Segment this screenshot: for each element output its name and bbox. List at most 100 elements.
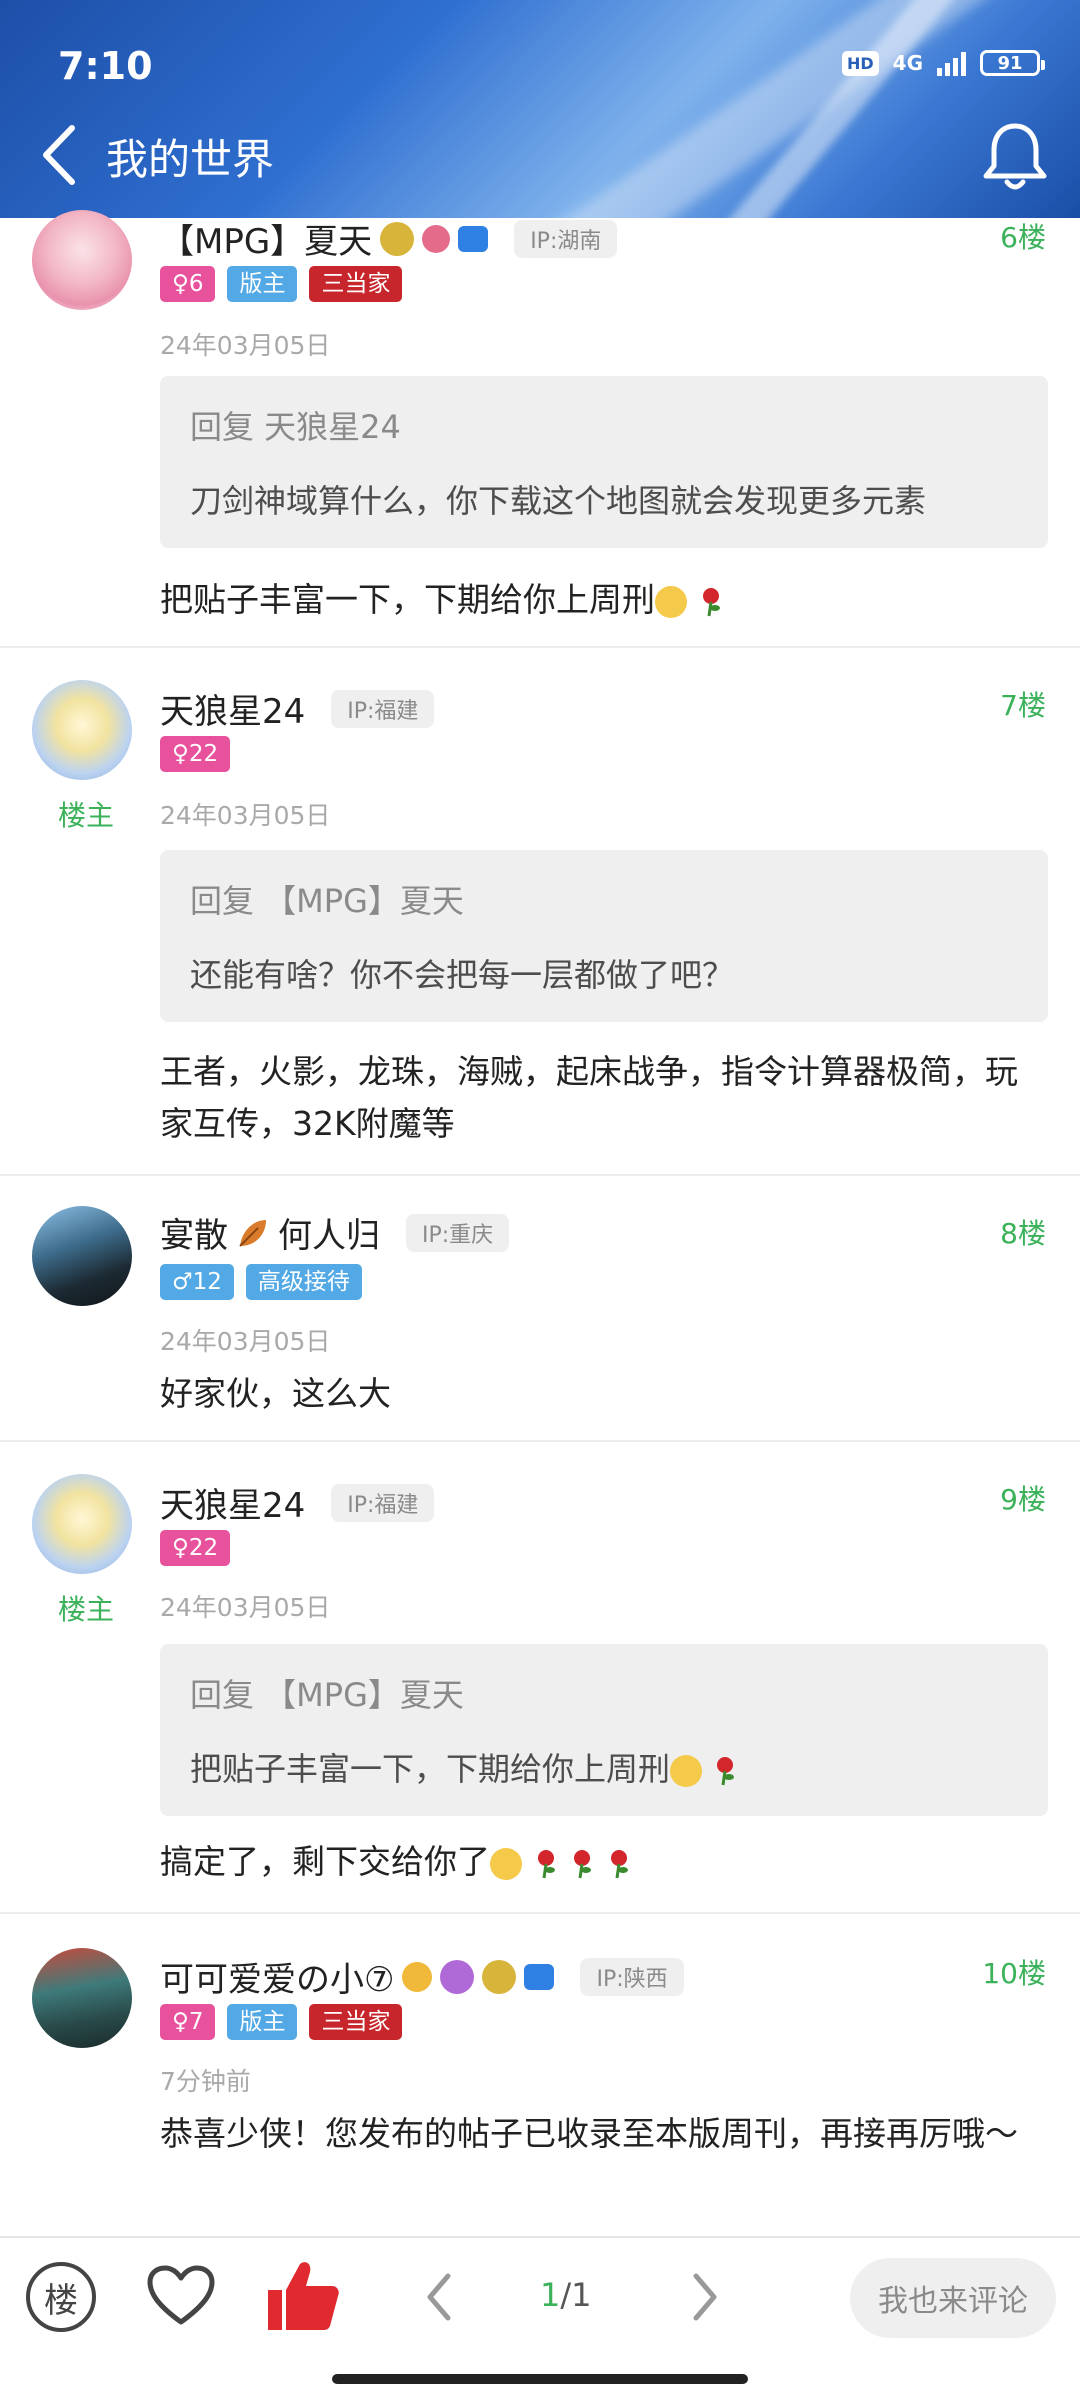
post-date: 7分钟前: [160, 2067, 251, 2096]
post-date: 24年03月05日: [160, 1327, 331, 1356]
medal-icon: [380, 221, 415, 256]
quote-header: 回复 【MPG】夏天: [190, 882, 464, 920]
avatar[interactable]: [32, 1948, 132, 2048]
role-badge: 版主: [227, 266, 298, 302]
username[interactable]: 可可爱爱の小⑦: [160, 1952, 394, 2001]
post-body: 把贴子丰富一下，下期给你上周刑: [160, 574, 1040, 626]
signal-icon: [937, 50, 966, 76]
post-body-text: 把贴子丰富一下，下期给你上周刑: [160, 580, 655, 619]
video-badge-icon: [524, 1963, 555, 1990]
ip-location: IP:重庆: [406, 1213, 510, 1252]
flower-badge-icon: [440, 1959, 475, 1994]
quote-block[interactable]: 回复 【MPG】夏天 把贴子丰富一下，下期给你上周刑: [160, 1644, 1048, 1816]
grin-emoji-icon: [490, 1847, 522, 1880]
smile-emoji-icon: [655, 585, 687, 618]
title-badge: 三当家: [309, 266, 403, 302]
rose-icon: [537, 1849, 555, 1878]
host-tag: 楼主: [58, 799, 115, 832]
post-floor-7: 楼主 天狼星24 IP:福建 7楼 ♀22 24年03月05日 回复 【MPG】…: [0, 648, 1080, 1176]
flower-badge-icon: [422, 224, 451, 253]
post-body: 恭喜少侠！您发布的帖子已收录至本版周刊，再接再厉哦～: [160, 2114, 1018, 2153]
page-title: 我的世界: [106, 135, 275, 184]
back-button[interactable]: [36, 120, 86, 190]
floor-number: 9楼: [1000, 1483, 1046, 1516]
username[interactable]: 天狼星24: [160, 1478, 305, 1527]
home-indicator[interactable]: [332, 2374, 748, 2384]
username-row: 天狼星24 IP:福建: [160, 1478, 435, 1527]
rose-icon: [702, 587, 720, 616]
quote-body-text: 把贴子丰富一下，下期给你上周刑: [190, 1750, 671, 1788]
post-body: 王者，火影，龙珠，海贼，起床战争，指令计算器极简，玩家互传，32K附魔等: [160, 1052, 1018, 1143]
favorite-heart-icon[interactable]: [146, 2264, 216, 2328]
avatar[interactable]: [32, 1206, 132, 1306]
role-badge: 版主: [227, 2004, 298, 2040]
role-badge: 高级接待: [245, 1264, 362, 1300]
badge-row: ♀7 版主 三当家: [160, 2004, 403, 2040]
gender-level-badge: ♂12: [160, 1264, 234, 1300]
network-type: 4G: [892, 51, 923, 75]
thumbs-up-icon[interactable]: [264, 2256, 342, 2334]
username[interactable]: 【MPG】夏天: [160, 214, 372, 263]
prev-page-icon[interactable]: [420, 2270, 460, 2324]
quote-header: 回复 天狼星24: [190, 408, 401, 446]
crown-icon: [402, 1961, 433, 1992]
title-badge: 三当家: [309, 2004, 403, 2040]
bell-icon[interactable]: [980, 118, 1050, 194]
gender-level-badge: ♀6: [160, 266, 216, 302]
badge-row: ♀22: [160, 1530, 231, 1566]
gender-level-badge: ♀7: [160, 2004, 216, 2040]
leaf-icon: [239, 1219, 266, 1247]
post-body: 好家伙，这么大: [160, 1374, 391, 1413]
page-indicator: 1/1: [540, 2276, 592, 2314]
medal-icon: [482, 1959, 517, 1994]
floor-number: 8楼: [1000, 1217, 1046, 1250]
floor-number: 10楼: [982, 1957, 1046, 1990]
avatar[interactable]: [32, 210, 132, 310]
username-row: 可可爱爱の小⑦ IP:陕西: [160, 1952, 684, 2001]
post-date: 24年03月05日: [160, 801, 331, 830]
video-badge-icon: [458, 225, 489, 252]
badge-row: ♀22: [160, 736, 231, 772]
host-tag: 楼主: [58, 1593, 115, 1626]
quote-body: 把贴子丰富一下，下期给你上周刑: [190, 1744, 738, 1790]
page-total: /1: [560, 2276, 592, 2314]
ip-location: IP:湖南: [514, 219, 618, 258]
status-icons: HD 4G 91: [841, 50, 1045, 76]
username-suffix[interactable]: 何人归: [278, 1208, 380, 1257]
comment-button[interactable]: 我也来评论: [850, 2258, 1056, 2338]
badge-row: ♀6 版主 三当家: [160, 266, 403, 302]
jump-to-floor-button[interactable]: 楼: [26, 2262, 96, 2332]
quote-header: 回复 【MPG】夏天: [190, 1676, 464, 1714]
username-row: 天狼星24 IP:福建: [160, 684, 435, 733]
quote-body: 还能有啥？你不会把每一层都做了吧？: [190, 956, 735, 994]
post-date: 24年03月05日: [160, 1593, 331, 1622]
ip-location: IP:福建: [331, 1483, 435, 1522]
top-header: 7:10 HD 4G 91 我的世界: [0, 0, 1080, 218]
post-floor-10: 可可爱爱の小⑦ IP:陕西 10楼 ♀7 版主 三当家 7分钟前 恭喜少侠！您发…: [0, 1914, 1080, 2236]
username-row: 宴散 何人归 IP:重庆: [160, 1208, 510, 1257]
floor-number: 7楼: [1000, 689, 1046, 722]
rose-icon: [574, 1849, 591, 1878]
post-floor-6: 【MPG】夏天 IP:湖南 6楼 ♀6 版主 三当家 24年03月05日 回复 …: [0, 200, 1080, 648]
avatar[interactable]: [32, 680, 132, 780]
avatar[interactable]: [32, 1474, 132, 1574]
rose-icon: [610, 1849, 628, 1878]
post-floor-8: 宴散 何人归 IP:重庆 8楼 ♂12 高级接待 24年03月05日 好家伙，这…: [0, 1176, 1080, 1442]
page-current: 1: [540, 2276, 561, 2314]
username[interactable]: 天狼星24: [160, 684, 305, 733]
quote-block[interactable]: 回复 【MPG】夏天 还能有啥？你不会把每一层都做了吧？: [160, 850, 1048, 1022]
post-body-text: 搞定了，剩下交给你了: [160, 1842, 490, 1881]
rose-icon: [717, 1757, 735, 1786]
smile-emoji-icon: [670, 1755, 703, 1787]
gender-level-badge: ♀22: [160, 1530, 231, 1566]
status-time: 7:10: [58, 44, 153, 88]
quote-block[interactable]: 回复 天狼星24 刀剑神域算什么，你下载这个地图就会发现更多元素: [160, 376, 1048, 548]
next-page-icon[interactable]: [684, 2270, 724, 2324]
badge-row: ♂12 高级接待: [160, 1264, 362, 1300]
quote-body: 刀剑神域算什么，你下载这个地图就会发现更多元素: [190, 482, 927, 520]
username[interactable]: 宴散: [160, 1208, 228, 1257]
battery-level: 91: [997, 52, 1023, 74]
battery-icon: 91: [980, 50, 1045, 76]
hd-icon: HD: [841, 50, 879, 76]
username-row: 【MPG】夏天 IP:湖南: [160, 214, 618, 263]
